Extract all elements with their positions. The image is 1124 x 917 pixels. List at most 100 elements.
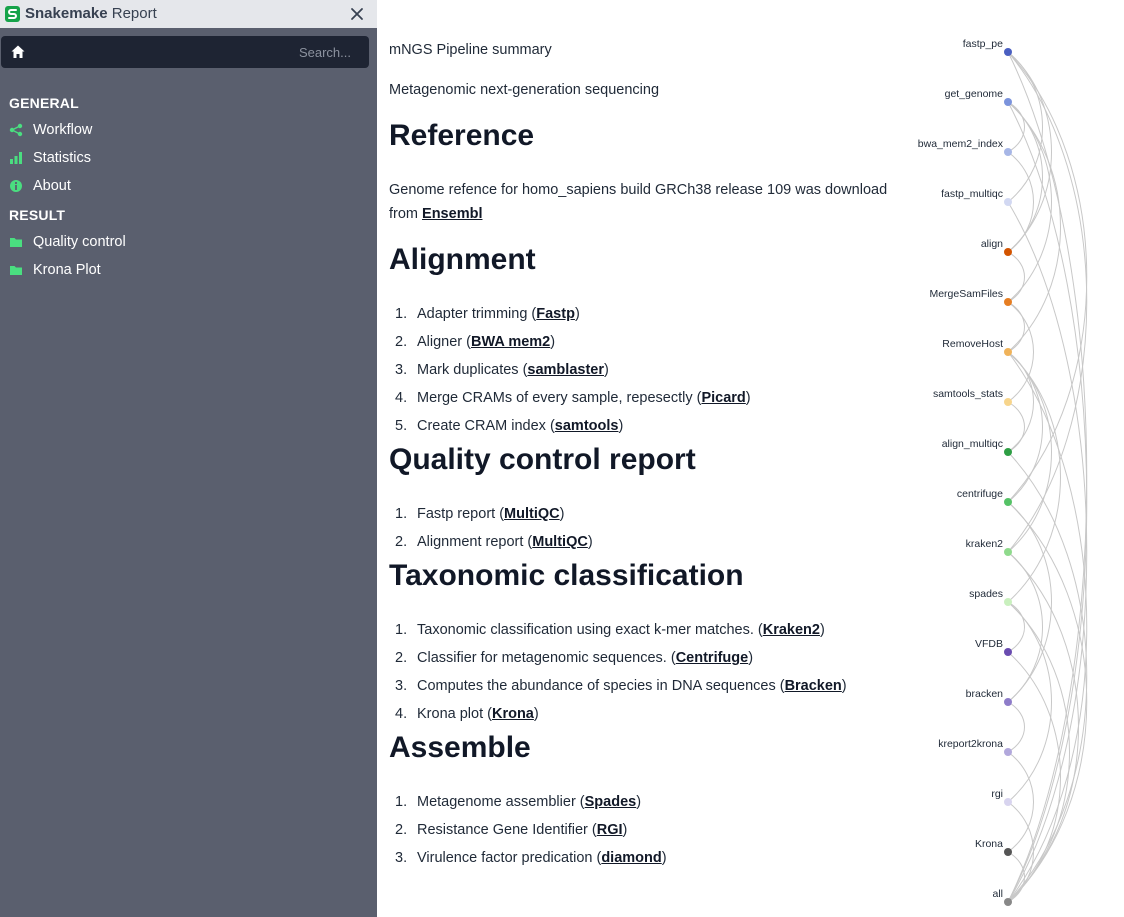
app-title: Snakemake Report	[25, 5, 157, 23]
dag-nodes: fastp_pe get_genome bwa_mem2_index fastp_mu…	[918, 38, 1012, 906]
ensembl-link[interactable]: Ensembl	[422, 206, 482, 222]
share-icon	[9, 123, 23, 137]
search-input[interactable]	[61, 40, 351, 64]
sidebar-item-label: Workflow	[33, 122, 93, 138]
dag-edge	[1007, 351, 1043, 503]
heading-quality-control: Quality control report	[389, 443, 696, 476]
samblaster-link[interactable]: samblaster	[527, 362, 604, 378]
dag-node[interactable]: bracken	[966, 688, 1012, 706]
dag-node[interactable]: align_multiqc	[942, 438, 1012, 456]
list-text: Alignment report (	[417, 534, 533, 550]
multiqc-fastp-link[interactable]: MultiQC	[504, 506, 560, 522]
dag-edge	[1007, 101, 1061, 353]
list-close: )	[559, 506, 565, 522]
list-text: Merge CRAMs of every sample, repesectly …	[417, 390, 702, 406]
dag-node[interactable]: Krona	[975, 838, 1012, 856]
dag-edge	[1007, 551, 1043, 703]
dag-node[interactable]: kraken2	[966, 538, 1012, 556]
fastp-link[interactable]: Fastp	[536, 306, 575, 322]
dag-node-label: bwa_mem2_index	[918, 138, 1004, 150]
krona-link[interactable]: Krona	[492, 706, 534, 722]
dag-node[interactable]: kreport2krona	[938, 738, 1012, 756]
dag-node[interactable]: all	[992, 888, 1012, 906]
list-text: Create CRAM index (	[417, 418, 555, 434]
list-number: 2.	[395, 334, 408, 350]
samtools-link[interactable]: samtools	[555, 418, 619, 434]
list-item: 3. Virulence factor predication (diamond)	[395, 848, 667, 868]
list-item: 4. Krona plot (Krona)	[395, 704, 539, 724]
sidebar-item-krona-plot[interactable]: Krona Plot	[9, 259, 359, 281]
spades-link[interactable]: Spades	[585, 794, 637, 810]
rgi-link[interactable]: RGI	[597, 822, 623, 838]
sidebar-item-workflow[interactable]: Workflow	[9, 119, 359, 141]
list-number: 3.	[395, 362, 408, 378]
dag-node-dot	[1004, 98, 1012, 106]
list-close: )	[550, 334, 556, 350]
multiqc-alignment-link[interactable]: MultiQC	[532, 534, 588, 550]
sidebar: Snakemake Report GENERAL Workflow Statis…	[0, 0, 377, 917]
dag-node-dot	[1004, 548, 1012, 556]
list-text: Taxonomic classification using exact k-m…	[417, 622, 763, 638]
list-close: )	[819, 622, 825, 638]
list-close: )	[661, 850, 667, 866]
list-close: )	[745, 390, 751, 406]
search-bar	[1, 36, 369, 68]
sidebar-item-label: Quality control	[33, 234, 126, 250]
kraken2-link[interactable]: Kraken2	[763, 622, 820, 638]
list-close: )	[533, 706, 539, 722]
list-text: Virulence factor predication (	[417, 850, 602, 866]
picard-link[interactable]: Picard	[701, 390, 745, 406]
centrifuge-link[interactable]: Centrifuge	[676, 650, 749, 666]
bar-chart-icon	[10, 152, 22, 164]
dag-node-dot	[1004, 648, 1012, 656]
dag-node[interactable]: spades	[969, 588, 1012, 606]
app-title-bold: Snakemake	[25, 5, 108, 22]
app-title-rest: Report	[107, 5, 157, 22]
bwa-mem2-link[interactable]: BWA mem2	[471, 334, 550, 350]
list-text: Krona plot (	[417, 706, 492, 722]
list-item: 5. Create CRAM index (samtools)	[395, 416, 623, 436]
dag-node-label: centrifuge	[957, 488, 1003, 500]
list-number: 4.	[395, 390, 408, 406]
dag-node[interactable]: rgi	[991, 788, 1012, 806]
sidebar-item-about[interactable]: About	[9, 175, 359, 197]
sidebar-header: Snakemake Report	[0, 0, 377, 28]
bracken-link[interactable]: Bracken	[785, 678, 842, 694]
dag-node[interactable]: RemoveHost	[942, 338, 1012, 356]
sidebar-item-statistics[interactable]: Statistics	[9, 147, 359, 169]
list-close: )	[603, 362, 609, 378]
home-icon[interactable]	[10, 44, 26, 60]
sidebar-item-quality-control[interactable]: Quality control	[9, 231, 359, 253]
section-heading-general: GENERAL	[9, 95, 79, 111]
list-number: 2.	[395, 822, 408, 838]
list-text: Classifier for metagenomic sequences. (	[417, 650, 676, 666]
dag-node-dot	[1004, 198, 1012, 206]
heading-assemble: Assemble	[389, 731, 531, 764]
dag-node[interactable]: VFDB	[975, 638, 1012, 656]
dag-node-dot	[1004, 148, 1012, 156]
dag-node[interactable]: fastp_pe	[963, 38, 1012, 56]
list-text: Fastp report (	[417, 506, 505, 522]
sidebar-item-label: Statistics	[33, 150, 92, 166]
dag-node[interactable]: get_genome	[945, 88, 1012, 106]
list-number: 1.	[395, 794, 408, 810]
list-item: 1. Taxonomic classification using exact k…	[395, 620, 825, 640]
list-text: Metagenome assemblier (	[417, 794, 585, 810]
snakemake-logo-icon	[5, 6, 20, 22]
dag-node[interactable]: centrifuge	[957, 488, 1012, 506]
dag-edge	[1007, 501, 1052, 703]
dag-node[interactable]: MergeSamFiles	[929, 288, 1012, 306]
list-number: 2.	[395, 534, 408, 550]
dag-node[interactable]: bwa_mem2_index	[918, 138, 1012, 156]
list-number: 5.	[395, 418, 408, 434]
dag-node-label: bracken	[966, 688, 1004, 700]
close-icon[interactable]	[348, 5, 366, 23]
list-number: 3.	[395, 678, 408, 694]
dag-node[interactable]: align	[981, 238, 1012, 256]
dag-node[interactable]: fastp_multiqc	[941, 188, 1012, 206]
diamond-link[interactable]: diamond	[601, 850, 661, 866]
list-text: Aligner (	[417, 334, 471, 350]
dag-node-label: get_genome	[945, 88, 1004, 100]
list-number: 1.	[395, 306, 408, 322]
dag-node[interactable]: samtools_stats	[933, 388, 1012, 406]
